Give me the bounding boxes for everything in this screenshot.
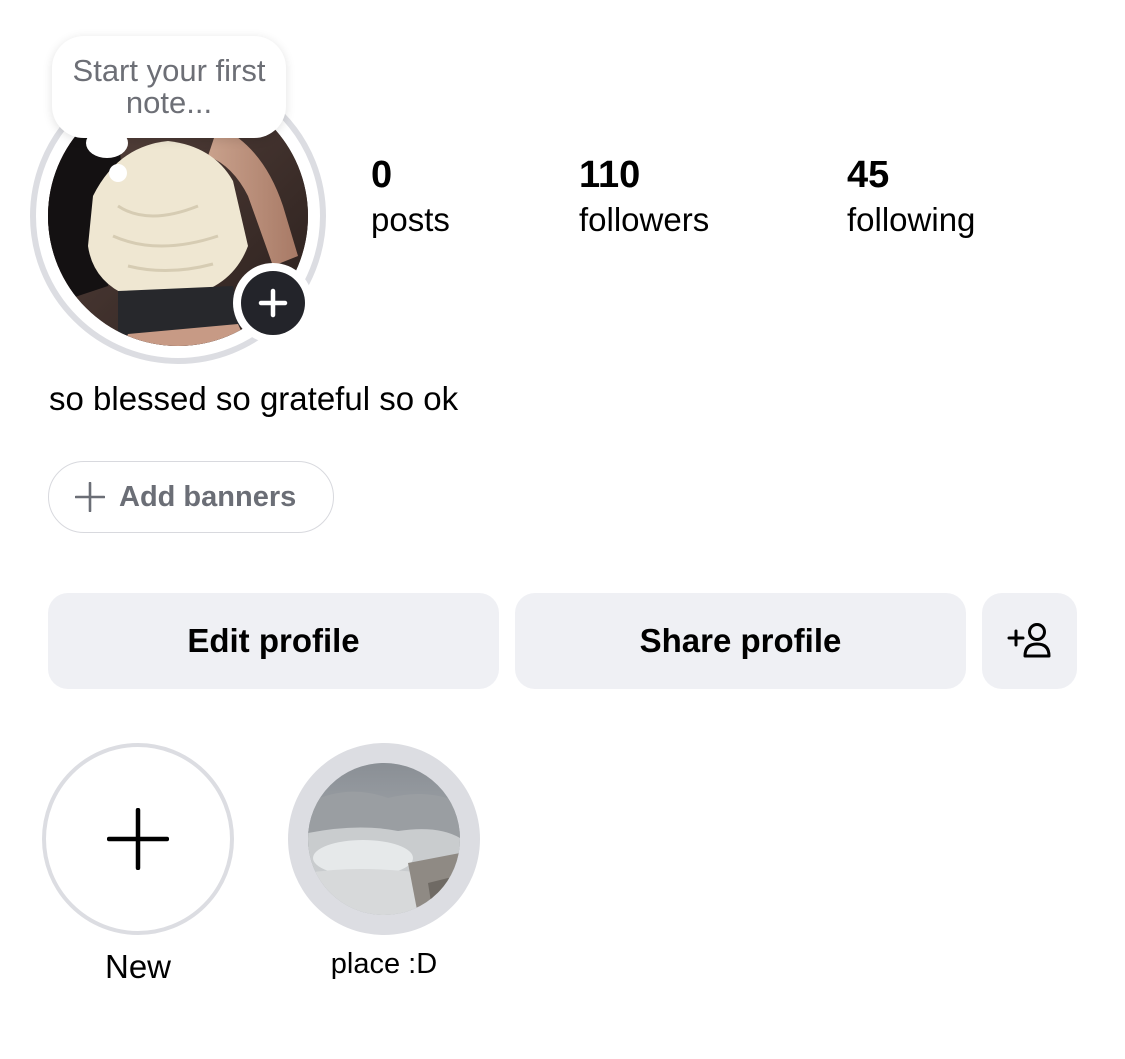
highlight-cover-image bbox=[308, 763, 460, 915]
stat-following-value: 45 bbox=[847, 154, 890, 196]
add-person-icon bbox=[1007, 623, 1050, 658]
highlight-new-label: New bbox=[104, 948, 172, 985]
share-profile-label: Share profile bbox=[639, 622, 842, 659]
add-banners-label: Add banners bbox=[119, 480, 297, 513]
stat-followers-label: followers bbox=[579, 201, 710, 238]
stat-followers-value: 110 bbox=[579, 154, 641, 196]
highlight-new[interactable] bbox=[42, 743, 234, 935]
discover-people-button[interactable] bbox=[982, 593, 1077, 689]
plus-icon bbox=[258, 288, 288, 318]
stat-posts[interactable]: 0 posts bbox=[371, 152, 450, 242]
share-profile-button[interactable]: Share profile bbox=[515, 593, 966, 689]
add-story-button[interactable] bbox=[233, 263, 313, 343]
stat-followers[interactable]: 110 followers bbox=[579, 152, 709, 242]
bio-text: so blessed so grateful so ok bbox=[49, 380, 459, 417]
highlight-place-cover bbox=[308, 763, 460, 915]
stat-following[interactable]: 45 following bbox=[847, 152, 975, 242]
note-bubble[interactable]: Start your first note... bbox=[52, 36, 286, 138]
add-story-badge bbox=[241, 271, 305, 335]
stat-posts-value: 0 bbox=[371, 154, 393, 196]
highlight-place[interactable] bbox=[288, 743, 480, 935]
plus-icon bbox=[75, 482, 105, 512]
edit-profile-label: Edit profile bbox=[187, 622, 360, 659]
highlight-place-label: place :D bbox=[330, 948, 438, 980]
note-bubble-tail-dot bbox=[109, 164, 127, 182]
edit-profile-button[interactable]: Edit profile bbox=[48, 593, 499, 689]
note-placeholder: Start your first note... bbox=[72, 53, 266, 120]
note-bubble-tail bbox=[86, 128, 128, 158]
plus-icon bbox=[107, 808, 169, 870]
stat-posts-label: posts bbox=[371, 201, 450, 238]
stat-following-label: following bbox=[847, 201, 976, 238]
add-banners-button[interactable]: Add banners bbox=[48, 461, 334, 533]
